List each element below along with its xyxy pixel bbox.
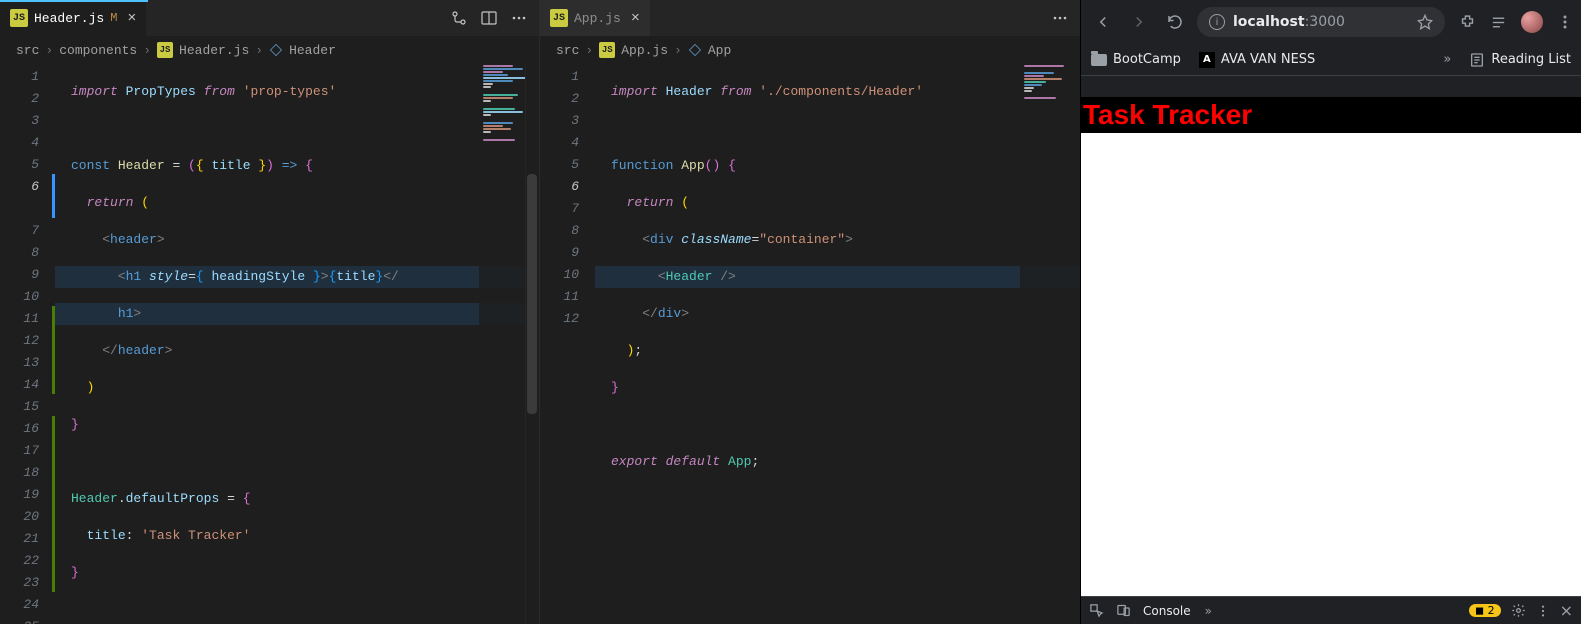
page-content: Task Tracker <box>1081 76 1581 596</box>
device-icon[interactable] <box>1116 603 1131 618</box>
devtools-menu-icon[interactable] <box>1536 604 1550 618</box>
tab-actions-left <box>439 0 539 36</box>
settings-icon[interactable] <box>1511 603 1526 618</box>
menu-icon[interactable] <box>1557 14 1573 30</box>
browser-toolbar: i localhost:3000 <box>1081 0 1581 44</box>
page-heading: Task Tracker <box>1081 97 1581 133</box>
bookmark-site[interactable]: A AVA VAN NESS <box>1199 52 1315 68</box>
symbol-icon <box>689 44 701 56</box>
minimap[interactable] <box>1020 64 1080 624</box>
address-bar[interactable]: i localhost:3000 <box>1197 7 1445 37</box>
info-icon[interactable]: i <box>1209 14 1225 30</box>
editor-pane-right: JS App.js × src › JS App.js › App <box>540 0 1080 624</box>
bookmarks-bar: BootCamp A AVA VAN NESS » Reading List <box>1081 44 1581 76</box>
code-body[interactable]: import PropTypes from 'prop-types' const… <box>55 64 539 624</box>
code-editor-right[interactable]: 12345 678910 1112 import Header from './… <box>540 64 1080 624</box>
line-gutter: 12345 678910 1112 <box>540 64 595 624</box>
site-icon: A <box>1199 52 1215 68</box>
js-icon: JS <box>10 9 28 27</box>
line-gutter: 12345 6789 1011121314 1516171819 2021222… <box>0 64 55 624</box>
symbol-icon <box>270 44 282 56</box>
tab-header-js[interactable]: JS Header.js M × <box>0 0 147 36</box>
star-icon[interactable] <box>1417 14 1433 30</box>
back-button[interactable] <box>1089 8 1117 36</box>
breadcrumb-left[interactable]: src › components › JS Header.js › Header <box>0 36 539 64</box>
close-icon[interactable]: × <box>631 10 640 27</box>
tab-actions-right <box>1040 0 1080 36</box>
code-body[interactable]: import Header from './components/Header'… <box>595 64 1080 624</box>
tab-title: Header.js <box>34 11 104 26</box>
tab-bar-right: JS App.js × <box>540 0 1080 36</box>
editor-pane-left: JS Header.js M × <box>0 0 540 624</box>
more-icon[interactable] <box>1052 10 1068 26</box>
vscode-window: JS Header.js M × <box>0 0 1080 624</box>
devtools-more-tabs[interactable]: » <box>1205 604 1212 618</box>
devtools-tab-console[interactable]: Console <box>1143 604 1191 618</box>
js-icon: JS <box>550 9 568 27</box>
browser-window: i localhost:3000 BootCamp A <box>1080 0 1581 624</box>
tab-bar-left: JS Header.js M × <box>0 0 539 36</box>
tab-title: App.js <box>574 11 621 26</box>
forward-button[interactable] <box>1125 8 1153 36</box>
close-icon[interactable]: × <box>127 10 136 27</box>
bookmark-folder[interactable]: BootCamp <box>1091 52 1181 67</box>
compare-icon[interactable] <box>451 10 467 26</box>
more-icon[interactable] <box>511 10 527 26</box>
split-icon[interactable] <box>481 10 497 26</box>
devtools-close-icon[interactable]: × <box>1560 601 1573 620</box>
avatar-icon[interactable] <box>1521 11 1543 33</box>
extensions-icon[interactable] <box>1459 14 1476 31</box>
modified-indicator: M <box>110 11 117 25</box>
tab-app-js[interactable]: JS App.js × <box>540 0 651 36</box>
folder-icon <box>1091 54 1107 66</box>
reading-list-button[interactable]: Reading List <box>1469 52 1571 68</box>
js-icon: JS <box>599 42 615 58</box>
tabs-icon[interactable] <box>1490 14 1507 31</box>
expand-icon[interactable]: » <box>1443 52 1451 67</box>
issues-badge[interactable]: ◼ 2 <box>1469 604 1501 617</box>
breadcrumb-right[interactable]: src › JS App.js › App <box>540 36 1080 64</box>
reload-button[interactable] <box>1161 8 1189 36</box>
code-editor-left[interactable]: 12345 6789 1011121314 1516171819 2021222… <box>0 64 539 624</box>
devtools-bar: Console » ◼ 2 × <box>1081 596 1581 624</box>
js-icon: JS <box>157 42 173 58</box>
inspect-icon[interactable] <box>1089 603 1104 618</box>
